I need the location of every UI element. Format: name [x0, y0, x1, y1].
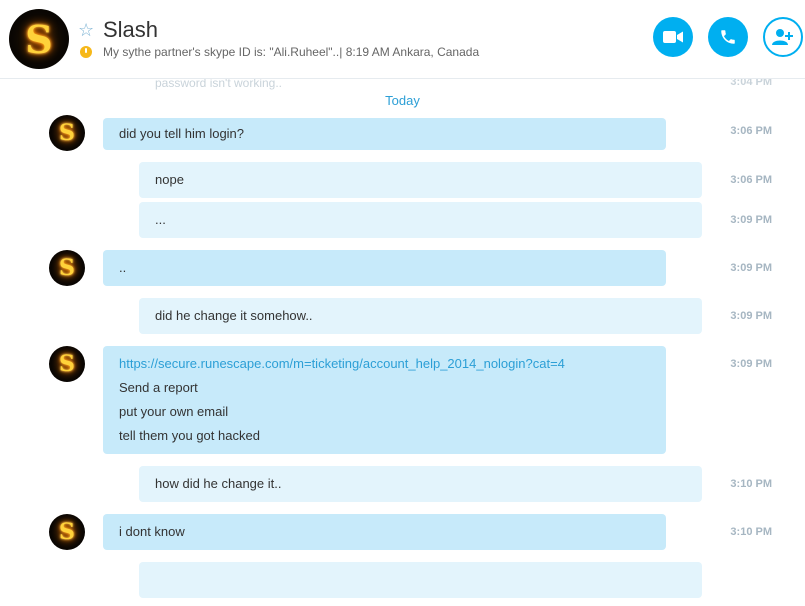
add-contact-button[interactable]: [763, 17, 803, 57]
mood-message: My sythe partner's skype ID is: "Ali.Ruh…: [103, 45, 343, 59]
message-time: 3:09 PM: [730, 262, 772, 274]
avatar-letter: S: [59, 120, 75, 146]
video-call-button[interactable]: [653, 17, 693, 57]
phone-icon: [721, 30, 735, 44]
message-text: how did he change it..: [155, 476, 282, 491]
message-time: 3:09 PM: [730, 358, 772, 370]
sender-avatar[interactable]: S: [49, 514, 85, 550]
conversation-header: S ☆ Slash My sythe partner's skype ID is…: [0, 0, 805, 79]
sender-avatar[interactable]: S: [49, 346, 85, 382]
message-link-line: https://secure.runescape.com/m=ticketing…: [119, 352, 650, 376]
avatar-letter: S: [59, 351, 75, 377]
conversation-pane[interactable]: password isn't working.. 3:04 PM Today S…: [0, 79, 805, 606]
message-text: ...: [155, 212, 166, 227]
audio-call-button[interactable]: [708, 17, 748, 57]
message-bubble-outgoing[interactable]: did he change it somehow..: [139, 298, 702, 334]
add-person-icon: [772, 29, 793, 45]
local-time: 8:19 AM Ankara, Canada: [345, 45, 480, 59]
message-time: 3:06 PM: [730, 125, 772, 137]
message-bubble-outgoing[interactable]: nope: [139, 162, 702, 198]
message-link[interactable]: https://secure.runescape.com/m=ticketing…: [119, 356, 565, 371]
previous-message-time: 3:04 PM: [730, 79, 772, 88]
message-text: nope: [155, 172, 184, 187]
message-text: tell them you got hacked: [119, 428, 260, 443]
sender-avatar[interactable]: S: [49, 250, 85, 286]
message-bubble-incoming[interactable]: ..: [103, 250, 666, 286]
message-time: 3:09 PM: [730, 310, 772, 322]
message-text: did you tell him login?: [119, 126, 245, 141]
message-time: 3:10 PM: [730, 478, 772, 490]
message-time: 3:06 PM: [730, 174, 772, 186]
message-bubble-incoming[interactable]: did you tell him login?: [103, 118, 666, 150]
avatar-letter: S: [59, 519, 75, 545]
contact-status-line: My sythe partner's skype ID is: "Ali.Ruh…: [103, 45, 479, 59]
contact-name[interactable]: Slash: [103, 17, 158, 43]
date-divider: Today: [385, 93, 420, 108]
avatar-letter: S: [59, 255, 75, 281]
message-text: Send a report: [119, 380, 198, 395]
message-bubble-incoming[interactable]: https://secure.runescape.com/m=ticketing…: [103, 346, 666, 454]
favorite-star-icon[interactable]: ☆: [78, 20, 94, 41]
message-bubble-outgoing[interactable]: ...: [139, 202, 702, 238]
message-text: put your own email: [119, 404, 229, 419]
message-text: i dont know: [119, 524, 185, 539]
message-bubble-outgoing[interactable]: how did he change it..: [139, 466, 702, 502]
message-text: ..: [119, 260, 127, 275]
sender-avatar[interactable]: S: [49, 115, 85, 151]
message-bubble-outgoing-partial[interactable]: [139, 562, 702, 598]
clock-icon: [80, 46, 92, 58]
previous-message-faded: password isn't working..: [155, 79, 283, 90]
contact-avatar[interactable]: S: [9, 9, 69, 69]
video-camera-icon: [663, 31, 683, 43]
message-text: did he change it somehow..: [155, 308, 313, 323]
message-time: 3:10 PM: [730, 526, 772, 538]
avatar-letter: S: [25, 16, 53, 62]
message-bubble-incoming[interactable]: i dont know: [103, 514, 666, 550]
message-time: 3:09 PM: [730, 214, 772, 226]
